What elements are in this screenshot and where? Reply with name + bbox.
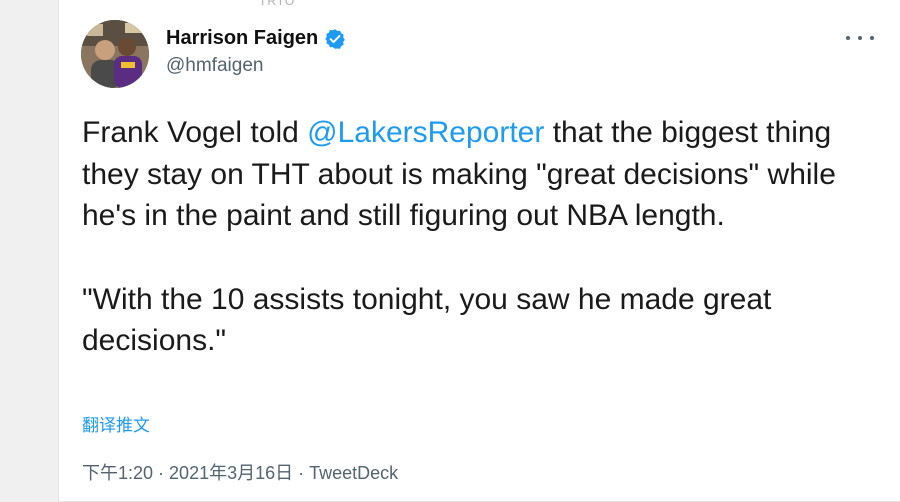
display-name-row[interactable]: Harrison Faigen [166, 27, 346, 50]
more-dot [846, 36, 850, 40]
tweet-date[interactable]: 2021年3月16日 [169, 463, 293, 483]
more-horizontal-icon[interactable] [846, 28, 874, 48]
translate-tweet-link[interactable]: 翻译推文 [82, 411, 150, 436]
tweet-source[interactable]: TweetDeck [309, 463, 398, 483]
tweet-metadata: 下午1:20 · 2021年3月16日 · TweetDeck [82, 459, 398, 485]
avatar[interactable] [81, 20, 149, 88]
avatar-image [81, 20, 149, 88]
tweet-paragraph-1: Frank Vogel told @LakersReporter that th… [82, 112, 872, 237]
meta-separator: · [153, 463, 170, 483]
tweet-time[interactable]: 下午1:20 [82, 463, 153, 483]
more-dot [870, 36, 874, 40]
tweet-card: TRTO Harrison Faigen @hmfaigen Frank Vog… [58, 0, 900, 502]
user-handle[interactable]: @hmfaigen [166, 55, 263, 77]
display-name[interactable]: Harrison Faigen [166, 27, 318, 50]
tweet-text-segment: Frank Vogel told [82, 116, 308, 149]
mention-link[interactable]: @LakersReporter [307, 116, 544, 149]
meta-separator: · [293, 463, 310, 483]
more-dot [858, 36, 862, 40]
cropped-text-fragment: TRTO [259, 0, 296, 8]
tweet-paragraph-2: "With the 10 assists tonight, you saw he… [82, 282, 772, 358]
verified-badge-icon [324, 28, 346, 50]
tweet-text: Frank Vogel told @LakersReporter that th… [82, 112, 872, 362]
